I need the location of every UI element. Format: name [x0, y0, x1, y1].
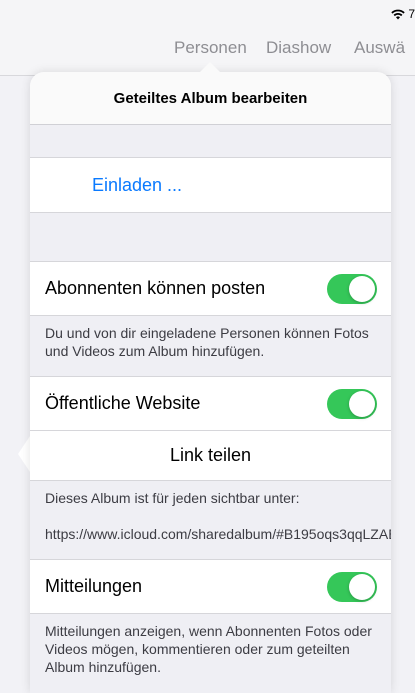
switch-knob [349, 573, 375, 600]
public-website-note-text: Dieses Album ist für jeden sichtbar unte… [45, 490, 300, 506]
battery-percent: 7 [408, 7, 415, 21]
status-bar: 7 [391, 6, 415, 22]
edit-shared-album-popover: Geteiltes Album bearbeiten Einladen ... … [30, 72, 391, 693]
public-website-label: Öffentliche Website [45, 393, 201, 413]
notifications-note: Mitteilungen anzeigen, wenn Abonnenten F… [30, 614, 391, 692]
tab-personen[interactable]: Personen [174, 38, 266, 58]
popover-title: Geteiltes Album bearbeiten [30, 72, 391, 125]
public-website-row: Öffentliche Website [30, 376, 391, 431]
notifications-label: Mitteilungen [45, 576, 143, 596]
notifications-switch[interactable] [327, 571, 377, 602]
background-edge [18, 436, 30, 472]
switch-knob [349, 275, 375, 302]
subscribers-post-note: Du und von dir eingeladene Personen könn… [30, 316, 391, 376]
section-gap [30, 213, 391, 261]
tab-diashow[interactable]: Diashow [266, 38, 354, 58]
public-website-note: Dieses Album ist für jeden sichtbar unte… [30, 481, 391, 559]
subscribers-post-row: Abonnenten können posten [30, 261, 391, 316]
notifications-row: Mitteilungen [30, 559, 391, 614]
photo-tabs: Personen Diashow Auswä [174, 38, 405, 58]
section-gap [30, 125, 391, 157]
switch-knob [349, 390, 375, 417]
public-website-switch[interactable] [327, 388, 377, 419]
invite-button[interactable]: Einladen ... [30, 157, 391, 213]
public-website-url: https://www.icloud.com/sharedalbum/#B195… [45, 526, 391, 542]
tab-auswaehlen[interactable]: Auswä [354, 38, 405, 58]
subscribers-post-label: Abonnenten können posten [45, 278, 266, 298]
subscribers-post-switch[interactable] [327, 273, 377, 304]
popover-arrow [198, 62, 222, 74]
wifi-icon [391, 9, 406, 19]
share-link-button[interactable]: Link teilen [30, 431, 391, 481]
